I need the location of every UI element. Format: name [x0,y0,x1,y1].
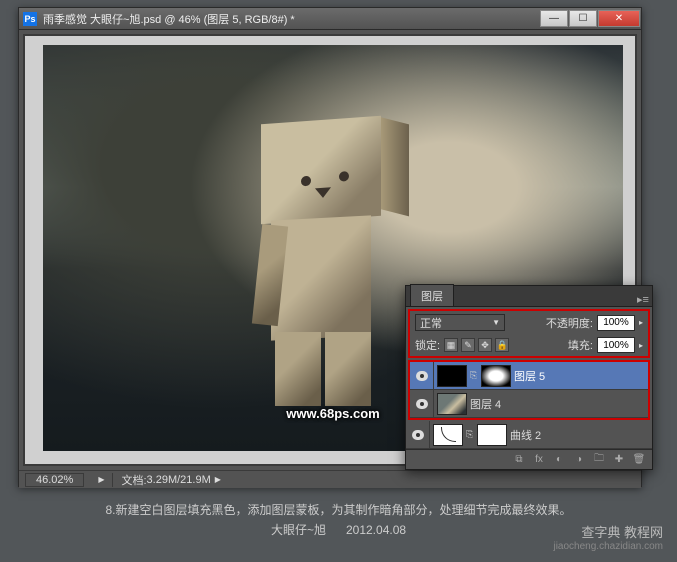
visibility-toggle[interactable] [410,390,434,417]
visibility-toggle[interactable] [406,421,430,448]
panel-tabs: 图层 ▸≡ [406,286,652,307]
ps-icon: Ps [23,12,37,26]
caption-date: 2012.04.08 [346,523,406,537]
footer-brand: 查字典 教程网 jiaocheng.chazidian.com [553,522,663,552]
fx-icon[interactable]: fx [532,453,546,467]
visibility-toggle[interactable] [410,362,434,389]
chevron-down-icon: ▼ [492,318,500,327]
blend-mode-dropdown[interactable]: 正常 ▼ [415,314,505,331]
window-title: 雨季感觉 大眼仔~旭.psd @ 46% (图层 5, RGB/8#) * [43,11,540,27]
link-layers-icon[interactable]: ⧉ [512,453,526,467]
blend-mode-value: 正常 [420,315,442,331]
layers-highlight: ⎘ 图层 5 图层 4 [408,360,650,420]
fill-label: 填充: [568,337,593,353]
doc-size-label: 文档: [121,472,146,488]
lock-position-icon[interactable]: ✥ [478,338,492,352]
blend-row: 正常 ▼ 不透明度: 100% ▸ [410,311,648,334]
zoom-dropdown-icon[interactable]: ▶ [98,475,104,484]
brand-name: 查字典 教程网 [553,522,663,541]
layers-panel: 图层 ▸≡ 正常 ▼ 不透明度: 100% ▸ 锁定: ▦ ✎ ✥ 🔒 填充: … [405,285,653,470]
delete-icon[interactable]: 🗑 [632,453,646,467]
lock-transparency-icon[interactable]: ▦ [444,338,458,352]
maximize-button[interactable]: ☐ [569,10,597,27]
titlebar[interactable]: Ps 雨季感觉 大眼仔~旭.psd @ 46% (图层 5, RGB/8#) *… [19,8,641,30]
minimize-button[interactable]: — [540,10,568,27]
tab-layers[interactable]: 图层 [410,284,454,306]
caption-author: 大眼仔~旭 [271,523,326,537]
layer-name[interactable]: 曲线 2 [510,427,541,443]
docinfo-dropdown-icon[interactable]: ▶ [215,475,221,484]
fill-flyout-icon[interactable]: ▸ [639,341,643,350]
layer-thumbnail[interactable] [437,365,467,387]
layer-row-curves[interactable]: ⎘ 曲线 2 [406,421,652,449]
mask-thumbnail[interactable] [477,424,507,446]
opacity-flyout-icon[interactable]: ▸ [639,318,643,327]
lock-pixels-icon[interactable]: ✎ [461,338,475,352]
layer-thumbnail[interactable] [437,393,467,415]
mask-icon[interactable]: ◐ [552,453,566,467]
fill-field[interactable]: 100% [597,337,635,353]
lock-row: 锁定: ▦ ✎ ✥ 🔒 填充: 100% ▸ [410,334,648,356]
caption-line1: 8.新建空白图层填充黑色，添加图层蒙板，为其制作暗角部分，处理细节完成最终效果。 [0,500,677,520]
lock-label: 锁定: [415,337,440,353]
layer-name[interactable]: 图层 4 [470,396,501,412]
panel-menu-icon[interactable]: ▸≡ [634,293,652,306]
eye-icon [416,399,428,409]
watermark: www.68ps.com [286,406,379,421]
doc-size-value: 3.29M/21.9M [147,474,211,486]
group-icon[interactable]: 🗀 [592,453,606,467]
brand-url: jiaocheng.chazidian.com [553,541,663,552]
opacity-label: 不透明度: [546,315,593,331]
layer-row-5[interactable]: ⎘ 图层 5 [410,362,648,390]
link-icon: ⎘ [470,370,478,381]
adjustment-thumbnail[interactable] [433,424,463,446]
cardboard-robot [243,120,403,410]
mask-thumbnail[interactable] [481,365,511,387]
layer-name[interactable]: 图层 5 [514,368,545,384]
panel-footer: ⧉ fx ◐ ◑ 🗀 ✚ 🗑 [406,449,652,469]
layer-row-4[interactable]: 图层 4 [410,390,648,418]
eye-icon [412,430,424,440]
eye-icon [416,371,428,381]
status-bar: 46.02% ▶ 文档: 3.29M/21.9M ▶ [19,470,641,488]
opacity-field[interactable]: 100% [597,315,635,331]
lock-all-icon[interactable]: 🔒 [495,338,509,352]
adjustment-icon[interactable]: ◑ [572,453,586,467]
zoom-field[interactable]: 46.02% [25,473,84,487]
mode-opacity-highlight: 正常 ▼ 不透明度: 100% ▸ 锁定: ▦ ✎ ✥ 🔒 填充: 100% ▸ [408,309,650,358]
close-button[interactable]: ✕ [598,10,640,27]
link-icon: ⎘ [466,429,474,440]
new-layer-icon[interactable]: ✚ [612,453,626,467]
